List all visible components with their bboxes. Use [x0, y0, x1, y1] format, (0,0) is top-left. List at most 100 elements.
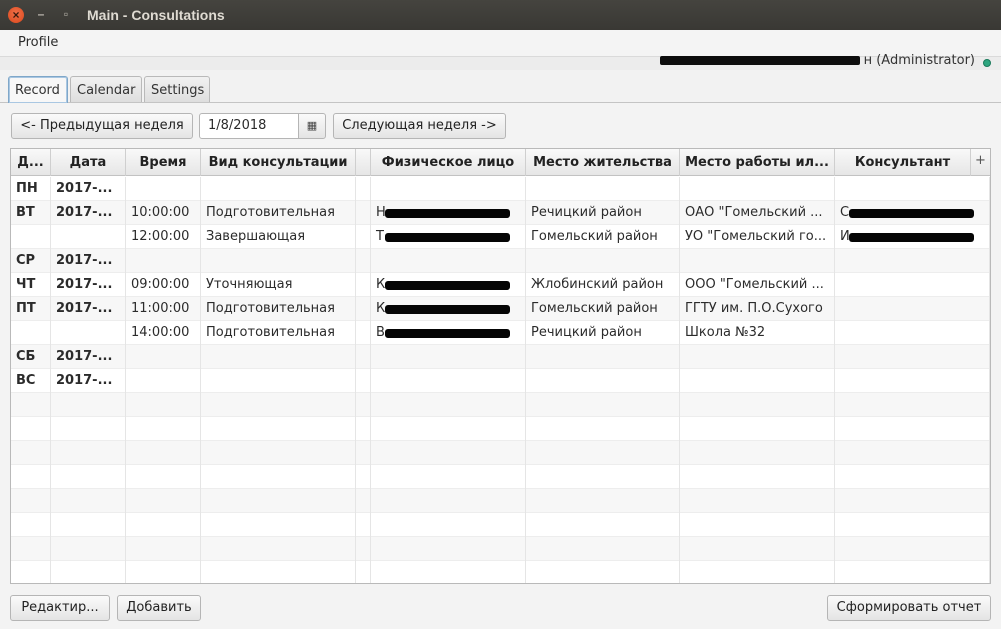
- table-row[interactable]: [11, 537, 990, 561]
- table-row[interactable]: СБ 2017-...: [11, 345, 990, 369]
- table-cell-date: 2017-...: [51, 345, 126, 369]
- column-header-work[interactable]: Место работы ил...: [680, 149, 835, 176]
- column-header-date[interactable]: Дата: [51, 149, 126, 176]
- next-week-button[interactable]: Следующая неделя ->: [333, 113, 506, 139]
- table-cell-person: [371, 537, 526, 561]
- column-header-residence[interactable]: Место жительства: [526, 149, 680, 176]
- table-cell-residence: Речицкий район: [526, 201, 680, 225]
- table-cell-person: [371, 345, 526, 369]
- maximize-icon[interactable]: ▫: [58, 6, 74, 22]
- table-cell-time: [126, 489, 201, 513]
- table-cell-person: Т ...: [371, 225, 526, 249]
- table-cell-work: [680, 393, 835, 417]
- table-cell-consultant: И ...: [835, 225, 990, 249]
- table-row[interactable]: ПН 2017-...: [11, 177, 990, 201]
- table-row[interactable]: [11, 465, 990, 489]
- table-row[interactable]: ВТ2017-...10:00:00Подготовительная Н ...Р…: [11, 201, 990, 225]
- tab-record[interactable]: Record: [8, 76, 68, 103]
- table-cell-person: К ...: [371, 273, 526, 297]
- tab-calendar[interactable]: Calendar: [70, 76, 142, 102]
- table-cell-day: [11, 441, 51, 465]
- table-cell-date: [51, 441, 126, 465]
- table-cell: [356, 273, 371, 297]
- table-cell-person: [371, 369, 526, 393]
- window-title: Main - Consultations: [87, 7, 225, 23]
- table-cell-consultant: [835, 489, 990, 513]
- redacted-name-mask: [385, 329, 510, 338]
- menu-profile[interactable]: Profile: [10, 34, 66, 51]
- table-row[interactable]: [11, 489, 990, 513]
- table-cell-residence: [526, 513, 680, 537]
- table-row[interactable]: 12:00:00Завершающая Т ...Гомельский район…: [11, 225, 990, 249]
- current-user: н (Administrator): [659, 53, 975, 68]
- table-cell-day: [11, 417, 51, 441]
- date-input[interactable]: 1/8/2018: [199, 113, 299, 139]
- table-cell-work: Школа №32: [680, 321, 835, 345]
- table-cell-day: [11, 513, 51, 537]
- previous-week-button[interactable]: <- Предыдущая неделя: [11, 113, 193, 139]
- table-cell-time: [126, 537, 201, 561]
- edit-button[interactable]: Редактир...: [10, 595, 110, 621]
- table-cell-type: [201, 417, 356, 441]
- table-row[interactable]: [11, 441, 990, 465]
- calendar-icon[interactable]: ▦: [298, 113, 326, 139]
- column-header-blank[interactable]: [356, 149, 371, 176]
- table-cell-type: [201, 393, 356, 417]
- table-cell-residence: [526, 417, 680, 441]
- table-cell-type: [201, 489, 356, 513]
- table-cell-time: [126, 177, 201, 201]
- table-row[interactable]: ЧТ2017-...09:00:00Уточняющая К ...Жлобинс…: [11, 273, 990, 297]
- generate-report-button[interactable]: Сформировать отчет: [827, 595, 991, 621]
- column-header-consultant[interactable]: Консультант: [835, 149, 971, 176]
- table-cell-work: [680, 513, 835, 537]
- table-row[interactable]: [11, 417, 990, 441]
- table-row[interactable]: [11, 393, 990, 417]
- table-cell: [356, 225, 371, 249]
- close-icon[interactable]: ×: [8, 7, 24, 23]
- table-cell-work: ООО "Гомельский ...: [680, 273, 835, 297]
- table-cell: [356, 489, 371, 513]
- table-cell-work: [680, 345, 835, 369]
- table-cell-time: [126, 249, 201, 273]
- table-cell-type: [201, 441, 356, 465]
- table-cell-person: Н ...: [371, 201, 526, 225]
- table-cell-date: [51, 513, 126, 537]
- column-header-time[interactable]: Время: [126, 149, 201, 176]
- table-row[interactable]: ПТ2017-...11:00:00ПодготовительнаяК ...Г…: [11, 297, 990, 321]
- add-column-icon[interactable]: +: [971, 149, 990, 176]
- table-cell-consultant: [835, 177, 990, 201]
- table-cell: [356, 297, 371, 321]
- minimize-icon[interactable]: –: [33, 6, 49, 22]
- add-button[interactable]: Добавить: [117, 595, 201, 621]
- tab-settings[interactable]: Settings: [144, 76, 210, 102]
- table-cell-type: Уточняющая: [201, 273, 356, 297]
- table-cell-day: [11, 225, 51, 249]
- table-cell-day: ЧТ: [11, 273, 51, 297]
- column-header-type[interactable]: Вид консультации: [201, 149, 356, 176]
- column-header-person[interactable]: Физическое лицо: [371, 149, 526, 176]
- table-row[interactable]: [11, 513, 990, 537]
- table-row[interactable]: [11, 561, 990, 583]
- table-cell-work: УО "Гомельский го...: [680, 225, 835, 249]
- table-cell-time: [126, 441, 201, 465]
- redacted-name-mask: [385, 305, 510, 314]
- table-cell-day: ВС: [11, 369, 51, 393]
- table-cell-type: [201, 465, 356, 489]
- table-row[interactable]: ВС 2017-...: [11, 369, 990, 393]
- main-window: × – ▫ Main - Consultations Profile н (Ad…: [0, 0, 1001, 629]
- table-cell-date: [51, 465, 126, 489]
- table-row[interactable]: 14:00:00Подготовительная В ,...Речицкий р…: [11, 321, 990, 345]
- table-cell-day: [11, 321, 51, 345]
- table-cell-type: Подготовительная: [201, 321, 356, 345]
- table-cell-consultant: [835, 417, 990, 441]
- table-cell-type: [201, 177, 356, 201]
- table-cell-type: [201, 345, 356, 369]
- table-cell-work: [680, 249, 835, 273]
- column-header-day[interactable]: Д...: [11, 149, 51, 176]
- table-cell-day: [11, 561, 51, 583]
- table-row[interactable]: СР 2017-...: [11, 249, 990, 273]
- table-cell-day: СР: [11, 249, 51, 273]
- table-cell-type: Завершающая: [201, 225, 356, 249]
- table-cell-time: 09:00:00: [126, 273, 201, 297]
- user-role: н (Administrator): [863, 53, 975, 68]
